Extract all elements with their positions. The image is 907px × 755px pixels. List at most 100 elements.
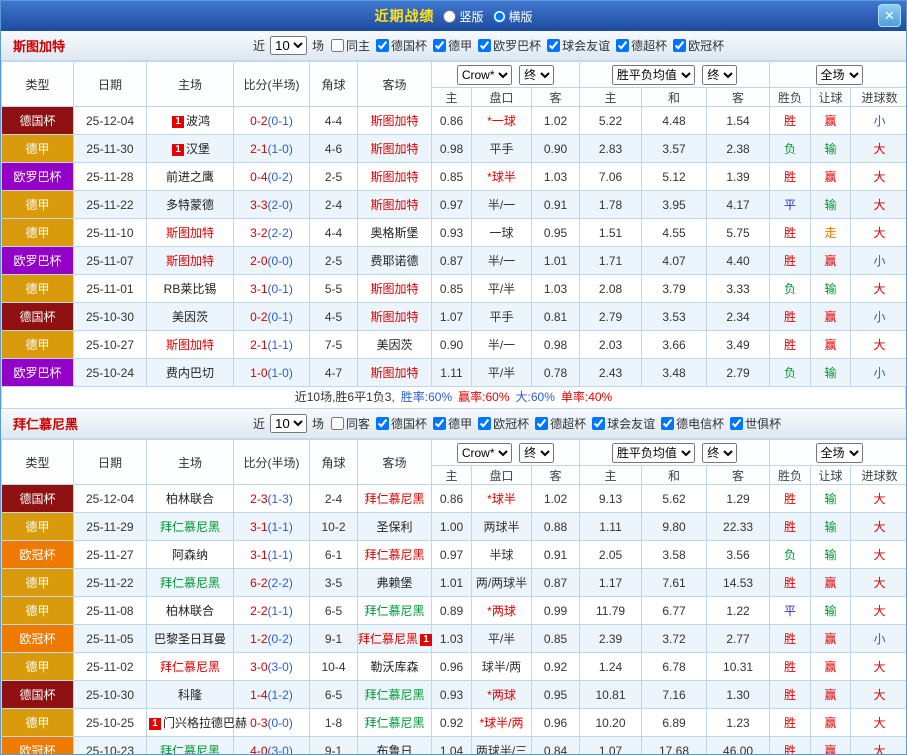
filter-球会友谊[interactable]: 球会友谊 — [542, 37, 610, 54]
away-team: 拜仁慕尼黑1 — [358, 625, 432, 653]
result-wdl: 平 — [770, 191, 811, 219]
filter-欧冠杯[interactable]: 欧冠杯 — [668, 37, 724, 54]
horizontal-radio[interactable] — [493, 10, 506, 23]
score-text: 3-1(1-1) — [250, 520, 293, 534]
handicap-final-select[interactable]: 终 — [519, 65, 554, 85]
filter-checkbox[interactable] — [478, 39, 491, 52]
bookmaker-select[interactable]: Crow* — [457, 443, 512, 463]
corners: 2-4 — [310, 485, 358, 513]
col-odds-line: 盘口 — [472, 88, 532, 107]
score-text: 3-2(2-2) — [250, 226, 293, 240]
result-wdl: 胜 — [770, 513, 811, 541]
filter-同客[interactable]: 同客 — [326, 415, 370, 432]
filter-checkbox[interactable] — [331, 39, 344, 52]
match-count-select[interactable]: 10 — [270, 414, 307, 433]
filter-德国杯[interactable]: 德国杯 — [371, 415, 427, 432]
avg-away: 1.54 — [707, 107, 770, 135]
avg-draw: 6.89 — [642, 709, 707, 737]
match-row: 欧冠杯25-11-27阿森纳3-1(1-1)6-1拜仁慕尼黑0.97半球0.91… — [2, 541, 907, 569]
avg-away: 22.33 — [707, 513, 770, 541]
filter-德国杯[interactable]: 德国杯 — [371, 37, 427, 54]
match-row: 德甲25-11-02拜仁慕尼黑3-0(3-0)10-4勒沃库森0.96球半/两0… — [2, 653, 907, 681]
filter-checkbox[interactable] — [661, 417, 674, 430]
titlebar: 近期战绩 竖版 横版 ✕ — [1, 1, 906, 31]
score-text: 0-2(0-1) — [250, 310, 293, 324]
avg-final-select[interactable]: 终 — [702, 443, 737, 463]
filter-checkbox[interactable] — [478, 417, 491, 430]
filter-checkbox[interactable] — [673, 39, 686, 52]
handicap-odds-header: Crow* 终 — [432, 440, 580, 466]
result-goals: 大 — [851, 163, 907, 191]
handicap-final-select[interactable]: 终 — [519, 443, 554, 463]
filter-欧罗巴杯[interactable]: 欧罗巴杯 — [473, 37, 541, 54]
filter-德甲[interactable]: 德甲 — [428, 37, 472, 54]
team-name: 费耶诺德 — [370, 254, 418, 268]
col-result-goals: 进球数 — [851, 466, 907, 485]
away-team: 斯图加特 — [358, 163, 432, 191]
filter-世俱杯[interactable]: 世俱杯 — [725, 415, 781, 432]
section-team-name: 拜仁慕尼黑 — [1, 414, 78, 433]
avg-select[interactable]: 胜平负均值 — [612, 65, 695, 85]
scope-select[interactable]: 全场 — [816, 65, 863, 85]
result-goals: 大 — [851, 653, 907, 681]
match-count-select[interactable]: 10 — [270, 36, 307, 55]
close-button[interactable]: ✕ — [878, 4, 901, 27]
col-odds-home: 主 — [432, 88, 472, 107]
team-name: 拜仁慕尼黑 — [160, 520, 220, 534]
result-wdl: 胜 — [770, 625, 811, 653]
handicap-line: 平手 — [472, 135, 532, 163]
filter-checkbox[interactable] — [433, 417, 446, 430]
team-name-text: 布鲁日 — [376, 744, 412, 755]
team-name: 费内巴切 — [166, 366, 214, 380]
handicap-odds-header: Crow* 终 — [432, 62, 580, 88]
filter-德电信杯[interactable]: 德电信杯 — [656, 415, 724, 432]
filter-checkbox[interactable] — [535, 417, 548, 430]
avg-home: 1.78 — [580, 191, 642, 219]
home-team: 斯图加特 — [147, 331, 234, 359]
red-card-badge: 1 — [149, 718, 161, 730]
avg-home: 1.51 — [580, 219, 642, 247]
avg-home: 2.43 — [580, 359, 642, 387]
avg-final-select[interactable]: 终 — [702, 65, 737, 85]
corners: 9-1 — [310, 625, 358, 653]
score-text: 0-4(0-2) — [250, 170, 293, 184]
filter-同主[interactable]: 同主 — [326, 37, 370, 54]
odds-home: 0.89 — [432, 597, 472, 625]
filter-德超杯[interactable]: 德超杯 — [611, 37, 667, 54]
bookmaker-select[interactable]: Crow* — [457, 65, 512, 85]
score: 3-0(3-0) — [234, 653, 310, 681]
score-text: 3-3(2-0) — [250, 198, 293, 212]
avg-select[interactable]: 胜平负均值 — [612, 443, 695, 463]
team-name-text: 拜仁慕尼黑 — [364, 716, 424, 730]
filter-checkbox[interactable] — [592, 417, 605, 430]
filter-checkbox[interactable] — [376, 39, 389, 52]
home-team: 美因茨 — [147, 303, 234, 331]
vertical-radio[interactable] — [443, 10, 456, 23]
result-goals: 大 — [851, 513, 907, 541]
filter-checkbox[interactable] — [547, 39, 560, 52]
filter-checkbox[interactable] — [376, 417, 389, 430]
match-date: 25-10-27 — [74, 331, 147, 359]
layout-radio-vertical[interactable]: 竖版 — [443, 8, 483, 25]
filter-checkbox[interactable] — [433, 39, 446, 52]
vertical-radio-label: 竖版 — [459, 8, 483, 25]
filter-德甲[interactable]: 德甲 — [428, 415, 472, 432]
layout-radio-horizontal[interactable]: 横版 — [493, 8, 533, 25]
match-date: 25-11-22 — [74, 191, 147, 219]
team-name-text: RB莱比锡 — [164, 282, 217, 296]
col-result-wdl: 胜负 — [770, 88, 811, 107]
filter-checkbox[interactable] — [331, 417, 344, 430]
result-goals: 小 — [851, 303, 907, 331]
match-date: 25-10-30 — [74, 681, 147, 709]
result-handicap: 赢 — [811, 737, 851, 755]
filter-checkbox[interactable] — [730, 417, 743, 430]
filter-德超杯[interactable]: 德超杯 — [530, 415, 586, 432]
filter-checkbox[interactable] — [616, 39, 629, 52]
scope-select[interactable]: 全场 — [816, 443, 863, 463]
col-avg-home: 主 — [580, 88, 642, 107]
team-name-text: 巴黎圣日耳曼 — [154, 632, 226, 646]
filter-球会友谊[interactable]: 球会友谊 — [587, 415, 655, 432]
avg-odds-header: 胜平负均值 终 — [580, 440, 770, 466]
result-handicap: 输 — [811, 191, 851, 219]
filter-欧冠杯[interactable]: 欧冠杯 — [473, 415, 529, 432]
